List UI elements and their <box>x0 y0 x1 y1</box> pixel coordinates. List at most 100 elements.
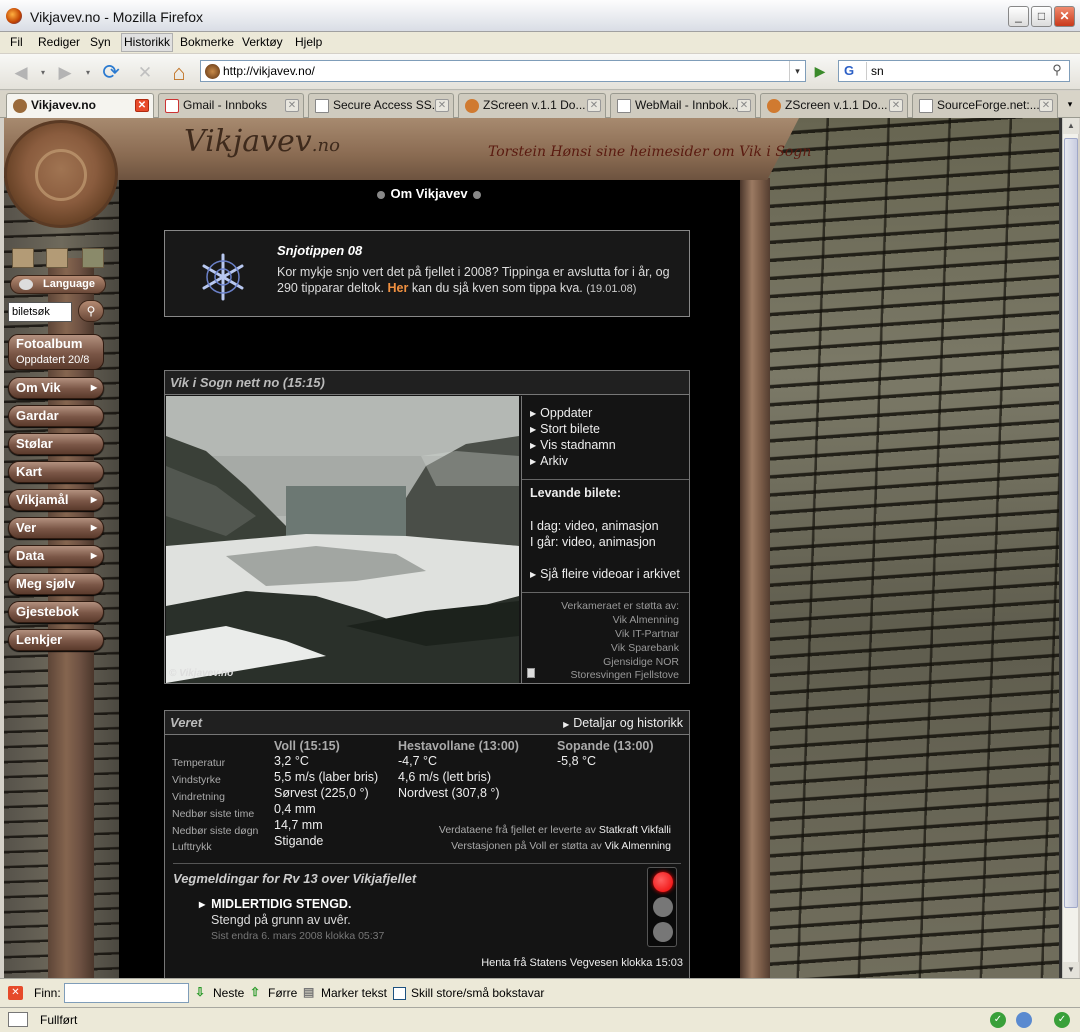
hestavollane-temperatur: -4,7 °C <box>398 754 438 768</box>
webcam-link-vis-stadnamn[interactable]: ▶ Vis stadnamn <box>530 438 616 452</box>
tab-zscreen-2[interactable]: ZScreen v.1.1 Do... ✕ <box>760 93 908 118</box>
match-case-label[interactable]: Skill store/små bokstavar <box>411 986 544 1000</box>
menu-historikk[interactable]: Historikk <box>121 33 174 52</box>
chart-icon[interactable] <box>82 248 104 268</box>
more-videos-link[interactable]: ▶ Sjå fleire videoar i arkivet <box>530 567 680 581</box>
back-button[interactable]: ◀ <box>8 60 34 86</box>
nav-vikjamal[interactable]: Vikjamål ▶ <box>8 489 104 511</box>
webcam-link-stort-bilete[interactable]: ▶ Stort bilete <box>530 422 600 436</box>
menu-rediger[interactable]: Rediger <box>38 35 80 49</box>
nav-label: Om Vik <box>16 380 61 395</box>
nav-lenkjer[interactable]: Lenkjer <box>8 629 104 651</box>
search-icon[interactable]: ⚲ <box>1047 62 1067 80</box>
menu-bokmerke[interactable]: Bokmerke <box>180 35 234 49</box>
sponsor-item[interactable]: Storesvingen Fjellstove <box>570 669 679 681</box>
addon-status-icon[interactable]: ✓ <box>990 1012 1006 1028</box>
tab-vikjavev[interactable]: Vikjavev.no ✕ <box>6 93 154 119</box>
find-input[interactable] <box>64 983 189 1003</box>
menu-verktoy[interactable]: Verktøy <box>242 35 283 49</box>
go-button[interactable]: ▶ <box>810 60 830 82</box>
nav-ver[interactable]: Ver ▶ <box>8 517 104 539</box>
tab-label: ZScreen v.1.1 Do... <box>483 98 586 112</box>
back-history-dropdown[interactable]: ▾ <box>38 60 48 86</box>
language-button[interactable]: Language <box>10 275 106 294</box>
notebook-icon[interactable] <box>46 248 68 268</box>
reload-button[interactable]: ⟳ <box>98 60 124 86</box>
scroll-down-button[interactable]: ▼ <box>1063 962 1079 978</box>
find-bar: ✕ Finn: ⇩ Neste ⇧ Førre ▤ Marker tekst S… <box>0 978 1080 1007</box>
tab-close-icon[interactable]: ✕ <box>285 99 299 112</box>
nav-data[interactable]: Data ▶ <box>8 545 104 567</box>
find-close-button[interactable]: ✕ <box>8 986 23 1000</box>
webcam-link-arkiv[interactable]: ▶ Arkiv <box>530 454 568 468</box>
url-bar[interactable]: ▾ <box>200 60 806 82</box>
vik-almenning-link[interactable]: Vik Almenning <box>605 840 671 852</box>
url-input[interactable] <box>223 63 783 79</box>
nav-meg-sjolv[interactable]: Meg sjølv <box>8 573 104 595</box>
live-today[interactable]: I dag: video, animasjon <box>530 519 659 533</box>
addon-cloud-icon[interactable] <box>1016 1012 1032 1028</box>
tab-close-icon[interactable]: ✕ <box>737 99 751 112</box>
site-tagline: Torstein Hønsi sine heimesider om Vik i … <box>488 144 812 160</box>
nav-fotoalbum[interactable]: Fotoalbum Oppdatert 20/8 <box>8 334 104 370</box>
weather-details-link[interactable]: ▶ Detaljar og historikk <box>563 711 683 737</box>
image-search-input[interactable] <box>8 302 72 322</box>
minimize-button[interactable]: _ <box>1008 6 1029 27</box>
home-icon[interactable] <box>12 248 34 268</box>
web-search-box[interactable]: G ⚲ <box>838 60 1070 82</box>
scrollbar-thumb[interactable] <box>1064 138 1078 908</box>
nav-gjestebok[interactable]: Gjestebok <box>8 601 104 623</box>
site-favicon-icon <box>205 64 220 79</box>
maximize-button[interactable]: □ <box>1031 6 1052 27</box>
site-logo[interactable]: Vikjavev.no <box>184 124 340 159</box>
tab-close-icon[interactable]: ✕ <box>1039 99 1053 112</box>
menu-fil[interactable]: Fil <box>10 35 23 49</box>
find-next-button[interactable]: Neste <box>213 986 244 1000</box>
tab-close-icon[interactable]: ✕ <box>135 99 149 112</box>
stop-button[interactable]: ✕ <box>132 60 158 86</box>
home-button[interactable]: ⌂ <box>166 60 192 86</box>
tab-close-icon[interactable]: ✕ <box>587 99 601 112</box>
traffic-light-yellow <box>653 897 673 917</box>
tab-close-icon[interactable]: ✕ <box>435 99 449 112</box>
web-search-input[interactable] <box>871 63 1041 79</box>
document-icon[interactable] <box>527 668 535 678</box>
nav-om-vik[interactable]: Om Vik ▶ <box>8 377 104 399</box>
tab-gmail[interactable]: Gmail - Innboks ✕ <box>158 93 304 118</box>
match-case-checkbox[interactable] <box>393 987 406 1000</box>
highlight-all-button[interactable]: Marker tekst <box>321 986 387 1000</box>
sponsor-item[interactable]: Vik Almenning <box>613 614 679 626</box>
snjotippen-text: Kor mykje snjo vert det på fjellet i 200… <box>277 264 677 297</box>
sponsor-item[interactable]: Gjensidige NOR <box>603 656 679 668</box>
close-button[interactable]: ✕ <box>1054 6 1075 27</box>
scroll-up-button[interactable]: ▲ <box>1063 118 1079 134</box>
tab-sourceforge[interactable]: SourceForge.net:... ✕ <box>912 93 1058 118</box>
forward-button[interactable]: ▶ <box>52 60 78 86</box>
find-prev-button[interactable]: Førre <box>268 986 297 1000</box>
webcam-image[interactable] <box>166 396 519 683</box>
search-engine-selector[interactable]: G <box>841 62 867 80</box>
tab-secure-access[interactable]: Secure Access SS... ✕ <box>308 93 454 118</box>
nav-kart[interactable]: Kart <box>8 461 104 483</box>
webcam-link-oppdater[interactable]: ▶ Oppdater <box>530 406 592 420</box>
sponsor-item[interactable]: Vik Sparebank <box>611 642 679 654</box>
tab-webmail[interactable]: WebMail - Innbok... ✕ <box>610 93 756 118</box>
tab-list-dropdown[interactable]: ▾ <box>1062 94 1078 114</box>
menu-syn[interactable]: Syn <box>90 35 111 49</box>
submenu-arrow-icon: ▶ <box>90 551 97 560</box>
tab-close-icon[interactable]: ✕ <box>889 99 903 112</box>
url-history-dropdown[interactable]: ▾ <box>789 61 805 81</box>
road-status-text: MIDLERTIDIG STENGD. <box>211 897 352 911</box>
statkraft-link[interactable]: Statkraft Vikfalli <box>599 824 671 836</box>
security-status-icon[interactable]: ✓ <box>1054 1012 1070 1028</box>
tab-zscreen-1[interactable]: ZScreen v.1.1 Do... ✕ <box>458 93 606 118</box>
forward-history-dropdown[interactable]: ▾ <box>83 60 93 86</box>
menu-hjelp[interactable]: Hjelp <box>295 35 322 49</box>
snjotippen-link[interactable]: Her <box>388 281 409 295</box>
image-search-button[interactable]: ⚲ <box>78 300 104 322</box>
vertical-scrollbar[interactable]: ▲ ▼ <box>1062 118 1079 978</box>
nav-gardar[interactable]: Gardar <box>8 405 104 427</box>
nav-stolar[interactable]: Stølar <box>8 433 104 455</box>
sponsor-item[interactable]: Vik IT-Partnar <box>615 628 679 640</box>
live-yesterday[interactable]: I går: video, animasjon <box>530 535 656 549</box>
